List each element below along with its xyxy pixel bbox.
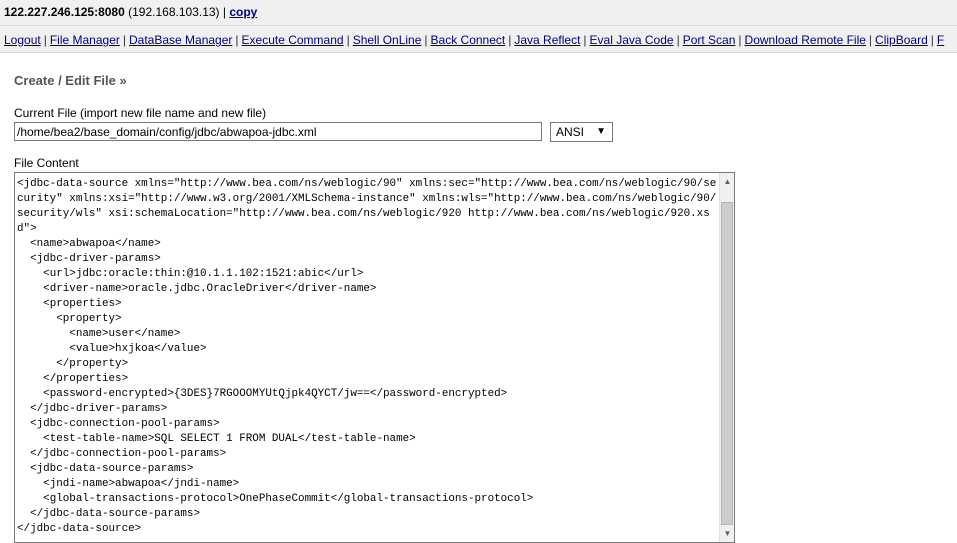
scroll-down-arrow-icon[interactable]: ▼ xyxy=(720,525,734,542)
nav-separator: | xyxy=(43,33,47,47)
file-content-label: File Content xyxy=(14,156,79,170)
nav-eval-java-code[interactable]: Eval Java Code xyxy=(590,33,674,47)
nav-bar: Logout | File Manager | DataBase Manager | Exe… xyxy=(0,26,957,53)
chevron-down-icon: ▼ xyxy=(596,126,606,137)
nav-separator: | xyxy=(424,33,428,47)
nav-separator: | xyxy=(930,33,934,47)
file-content-text: <jdbc-data-source xmlns="http://www.bea.… xyxy=(17,178,717,535)
nav-separator: | xyxy=(346,33,350,47)
nav-file-manager[interactable]: File Manager xyxy=(50,33,120,47)
nav-download-remote-file[interactable]: Download Remote File xyxy=(745,33,866,47)
nav-java-reflect[interactable]: Java Reflect xyxy=(514,33,580,47)
nav-links: Logout | File Manager | DataBase Manager | Exe… xyxy=(4,33,944,47)
vertical-scrollbar[interactable]: ▲ ▼ xyxy=(719,173,734,542)
current-file-label: Current File (import new file name and n… xyxy=(14,106,267,120)
nav-separator: | xyxy=(508,33,512,47)
copy-link[interactable]: copy xyxy=(229,5,257,19)
nav-separator: | xyxy=(235,33,239,47)
nav-back-connect[interactable]: Back Connect xyxy=(431,33,506,47)
host-address: 122.227.246.125:8080 xyxy=(4,5,125,19)
nav-clipboard[interactable]: ClipBoard xyxy=(875,33,928,47)
nav-truncated-item[interactable]: F xyxy=(937,33,944,47)
nav-separator: | xyxy=(676,33,680,47)
host-line: 122.227.246.125:8080 (192.168.103.13) | … xyxy=(4,5,257,19)
nav-database-manager[interactable]: DataBase Manager xyxy=(129,33,232,47)
page-title: Create / Edit File » xyxy=(14,73,127,88)
nav-separator: | xyxy=(583,33,587,47)
file-content-textarea[interactable]: <jdbc-data-source xmlns="http://www.bea.… xyxy=(14,172,735,543)
nav-execute-command[interactable]: Execute Command xyxy=(242,33,344,47)
scroll-up-arrow-icon[interactable]: ▲ xyxy=(720,173,734,190)
encoding-select[interactable]: ANSI ▼ xyxy=(550,122,613,142)
current-file-input[interactable] xyxy=(14,122,542,141)
scrollbar-thumb[interactable] xyxy=(721,202,733,525)
nav-separator: | xyxy=(868,33,873,47)
nav-logout[interactable]: Logout xyxy=(4,33,41,47)
local-ip: (192.168.103.13) xyxy=(128,5,220,19)
nav-port-scan[interactable]: Port Scan xyxy=(683,33,736,47)
top-bar: 122.227.246.125:8080 (192.168.103.13) | … xyxy=(0,0,957,26)
nav-shell-online[interactable]: Shell OnLine xyxy=(353,33,422,47)
encoding-selected-value: ANSI xyxy=(556,125,585,139)
nav-separator: | xyxy=(738,33,742,47)
nav-separator: | xyxy=(122,33,126,47)
